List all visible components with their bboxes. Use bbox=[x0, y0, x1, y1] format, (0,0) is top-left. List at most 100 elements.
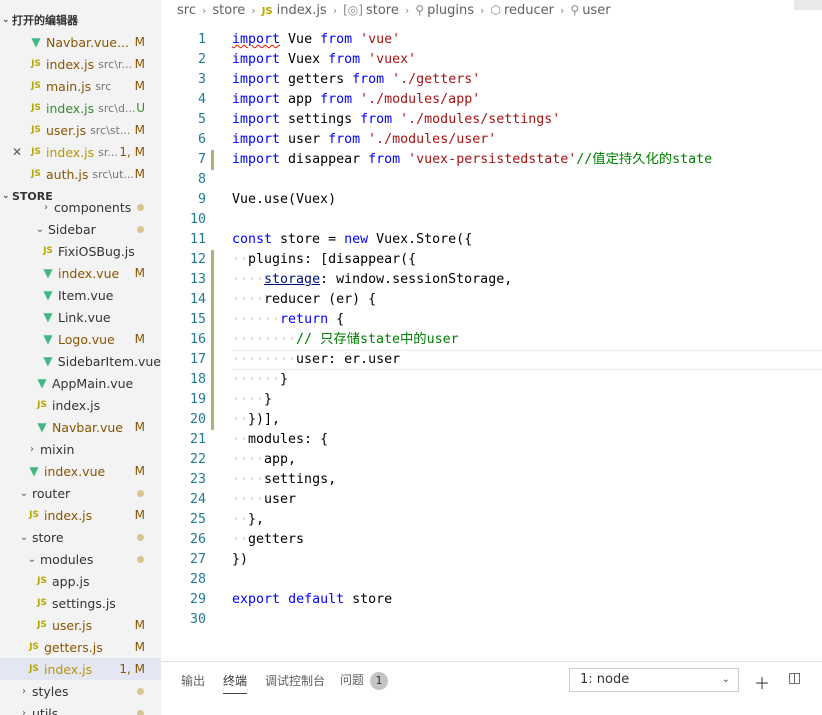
tree-file[interactable]: JS app.js bbox=[0, 570, 161, 592]
code-line[interactable]: 25 ··}, bbox=[161, 510, 822, 530]
tree-file[interactable]: ▼ Navbar.vue M bbox=[0, 416, 161, 438]
tree-folder[interactable]: ⌄ store bbox=[0, 526, 161, 548]
file-name: getters.js bbox=[44, 639, 103, 655]
line-number: 24 bbox=[189, 492, 206, 507]
tree-file[interactable]: ▼ SidebarItem.vue bbox=[0, 350, 161, 372]
git-status-badge: M bbox=[134, 640, 145, 654]
code-text: ··getters bbox=[232, 532, 305, 547]
tree-file[interactable]: ▼ Link.vue bbox=[0, 306, 161, 328]
tree-file[interactable]: JS getters.js M bbox=[0, 636, 161, 658]
code-line[interactable]: 17 ········user: er.user bbox=[161, 350, 822, 370]
terminal-select[interactable]: 1: node ⌄ bbox=[569, 668, 739, 692]
file-name: utils bbox=[32, 705, 59, 715]
breadcrumb-label: plugins bbox=[427, 2, 475, 18]
close-icon[interactable]: ✕ bbox=[12, 145, 22, 159]
breadcrumb-item[interactable]: ⚲ plugins bbox=[415, 3, 474, 18]
code-text: export default store bbox=[232, 592, 393, 607]
open-editor-item[interactable]: ✕ JS index.js sr... 1, M bbox=[0, 141, 161, 163]
code-line[interactable]: 29 export default store bbox=[161, 590, 822, 610]
breadcrumb-item[interactable]: ⚲ user bbox=[570, 3, 610, 18]
split-terminal-icon[interactable]: ◫ bbox=[788, 670, 801, 686]
code-text: ····user bbox=[232, 492, 297, 507]
code-line[interactable]: 28 bbox=[161, 570, 822, 590]
code-line[interactable]: 13 ····storage: window.sessionStorage, bbox=[161, 270, 822, 290]
line-number: 12 bbox=[189, 252, 206, 267]
code-text: ····settings, bbox=[232, 472, 337, 487]
code-text: import app from './modules/app' bbox=[232, 92, 481, 107]
open-editor-item[interactable]: JS index.js src\r... M bbox=[0, 53, 161, 75]
tree-file[interactable]: JS user.js M bbox=[0, 614, 161, 636]
code-line[interactable]: 1 import Vue from 'vue' bbox=[161, 30, 822, 50]
line-number: 16 bbox=[189, 332, 206, 347]
open-editor-item[interactable]: ▼ Navbar.vue... M bbox=[0, 31, 161, 53]
tree-file[interactable]: JS FixiOSBug.js bbox=[0, 240, 161, 262]
code-line[interactable]: 5 import settings from './modules/setting… bbox=[161, 110, 822, 130]
code-text: import Vuex from 'vuex' bbox=[232, 52, 417, 67]
tree-file[interactable]: ▼ Item.vue bbox=[0, 284, 161, 306]
code-line[interactable]: 26 ··getters bbox=[161, 530, 822, 550]
tree-folder[interactable]: ⌄ router bbox=[0, 482, 161, 504]
code-line[interactable]: 9 Vue.use(Vuex) bbox=[161, 190, 822, 210]
open-editor-item[interactable]: JS auth.js src\ut... M bbox=[0, 163, 161, 185]
code-line[interactable]: 21 ··modules: { bbox=[161, 430, 822, 450]
line-number: 4 bbox=[197, 92, 206, 107]
tree-file[interactable]: JS index.js M bbox=[0, 504, 161, 526]
code-line[interactable]: 22 ····app, bbox=[161, 450, 822, 470]
tree-file[interactable]: ▼ index.vue M bbox=[0, 460, 161, 482]
js-file-icon: JS bbox=[29, 642, 39, 652]
breadcrumb-item[interactable]: [◎] store bbox=[343, 3, 399, 18]
code-line[interactable]: 27}) bbox=[161, 550, 822, 570]
tree-file[interactable]: ▼ Logo.vue M bbox=[0, 328, 161, 350]
code-line[interactable]: 30 bbox=[161, 610, 822, 630]
code-line[interactable]: 8 bbox=[161, 170, 822, 190]
tree-folder[interactable]: › mixin bbox=[0, 438, 161, 460]
add-terminal-icon[interactable]: ＋ bbox=[754, 670, 770, 694]
code-editor[interactable]: 1 import Vue from 'vue' 2 import Vuex from … bbox=[161, 30, 822, 630]
breadcrumb-item[interactable]: src bbox=[177, 3, 196, 18]
tree-file[interactable]: ▼ AppMain.vue bbox=[0, 372, 161, 394]
code-line[interactable]: 24 ····user bbox=[161, 490, 822, 510]
code-line[interactable]: 4 import app from './modules/app' bbox=[161, 90, 822, 110]
open-editor-item[interactable]: JS main.js src M bbox=[0, 75, 161, 97]
breadcrumb-item[interactable]: ⬡ reducer bbox=[490, 3, 554, 18]
tree-folder[interactable]: ⌄ modules bbox=[0, 548, 161, 570]
tree-file[interactable]: JS index.js bbox=[0, 394, 161, 416]
code-line[interactable]: 16 ········// 只存储state中的user bbox=[161, 330, 822, 350]
code-line[interactable]: 10 bbox=[161, 210, 822, 230]
tree-folder[interactable]: ⌄ Sidebar bbox=[0, 218, 161, 240]
open-editors-title: 打开的编辑器 bbox=[12, 14, 78, 27]
tree-folder[interactable]: › styles bbox=[0, 680, 161, 702]
line-number: 22 bbox=[189, 452, 206, 467]
tree-file[interactable]: JS settings.js bbox=[0, 592, 161, 614]
open-editor-item[interactable]: JS index.js src\d... U bbox=[0, 97, 161, 119]
tree-folder[interactable]: › components bbox=[0, 196, 161, 218]
code-line[interactable]: 19 ····} bbox=[161, 390, 822, 410]
code-line[interactable]: 12 ··plugins: [disappear({ bbox=[161, 250, 822, 270]
code-line[interactable]: 11 const store = new Vuex.Store({ bbox=[161, 230, 822, 250]
tab-output[interactable]: 输出 bbox=[181, 672, 205, 689]
tree-file[interactable]: ▼ index.vue M bbox=[0, 262, 161, 284]
code-text: ······} bbox=[232, 372, 289, 387]
code-line[interactable]: 23 ····settings, bbox=[161, 470, 822, 490]
code-line[interactable]: 15 ······return { bbox=[161, 310, 822, 330]
file-name: Navbar.vue... bbox=[46, 34, 129, 50]
code-line[interactable]: 14 ····reducer (er) { bbox=[161, 290, 822, 310]
tab-problems[interactable]: 问题 1 bbox=[340, 671, 389, 690]
git-added-marker bbox=[211, 370, 214, 390]
open-editor-item[interactable]: JS user.js src\st... M bbox=[0, 119, 161, 141]
tab-terminal[interactable]: 终端 bbox=[223, 672, 248, 694]
code-line[interactable]: 18 ······} bbox=[161, 370, 822, 390]
code-line[interactable]: 3 import getters from './getters' bbox=[161, 70, 822, 90]
breadcrumb-item[interactable]: JS index.js bbox=[262, 3, 327, 18]
tab-debug-console[interactable]: 调试控制台 bbox=[265, 672, 325, 689]
code-line[interactable]: 2 import Vuex from 'vuex' bbox=[161, 50, 822, 70]
code-line[interactable]: 7 import disappear from 'vuex-persistedst… bbox=[161, 150, 822, 170]
git-added-marker bbox=[211, 290, 214, 310]
file-path: src bbox=[95, 79, 112, 93]
tree-file[interactable]: JS index.js 1, M bbox=[0, 658, 161, 680]
line-number: 8 bbox=[197, 172, 206, 187]
breadcrumb-item[interactable]: store bbox=[212, 3, 245, 18]
tree-folder[interactable]: › utils bbox=[0, 702, 161, 715]
code-line[interactable]: 20 ··})], bbox=[161, 410, 822, 430]
code-line[interactable]: 6 import user from './modules/user' bbox=[161, 130, 822, 150]
